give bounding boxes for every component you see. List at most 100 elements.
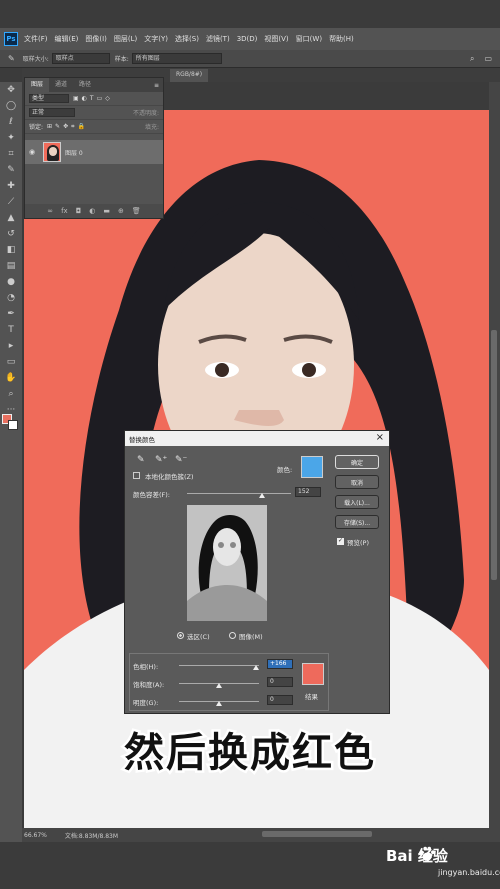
tab-channels[interactable]: 通道 (49, 78, 73, 92)
localized-color-checkbox[interactable] (133, 472, 140, 479)
video-caption: 然后换成红色 (122, 728, 377, 779)
preview-checkbox[interactable]: ✓ (337, 538, 344, 545)
replace-color-dialog: 替换颜色 × ✎ ✎⁺ ✎⁻ 本地化颜色簇(Z) 颜色: 颜色容差(F): 15… (124, 430, 390, 714)
sample-select[interactable]: 所有图层 (131, 53, 222, 64)
document-tab[interactable]: RGB/8#) (170, 69, 209, 82)
menu-help[interactable]: 帮助(H) (329, 34, 354, 44)
dodge-tool-icon[interactable]: ◔ (0, 290, 22, 306)
fx-icon[interactable]: fx (61, 207, 68, 215)
menu-image[interactable]: 图像(I) (85, 34, 107, 44)
pen-tool-icon[interactable]: ✒ (0, 306, 22, 322)
result-color-swatch[interactable] (302, 663, 324, 685)
filter-icons[interactable]: ▣◐T▭◇ (73, 95, 113, 102)
menu-type[interactable]: 文字(Y) (144, 34, 168, 44)
lock-icons[interactable]: ⊞✎✥⌗🔒 (47, 123, 88, 131)
magic-wand-icon[interactable]: ✦ (0, 130, 22, 146)
menu-view[interactable]: 视图(V) (264, 34, 288, 44)
ok-button[interactable]: 确定 (335, 455, 379, 469)
status-bar: 66.67% 文档:8.83M/8.83M (22, 828, 500, 842)
menu-file[interactable]: 文件(F) (24, 34, 48, 44)
menu-filter[interactable]: 滤镜(T) (206, 34, 230, 44)
hue-input[interactable]: +166 (267, 659, 293, 669)
layers-panel: 图层 通道 路径 ≡ 类型 ▣◐T▭◇ 正常 不透明度: 锁定: ⊞✎✥⌗🔒 填… (24, 77, 164, 219)
tab-layers[interactable]: 图层 (25, 78, 50, 92)
lock-label: 锁定: (29, 124, 44, 131)
menu-edit[interactable]: 编辑(E) (55, 34, 79, 44)
menu-select[interactable]: 选择(S) (175, 34, 199, 44)
hand-tool-icon[interactable]: ✋ (0, 370, 22, 386)
eraser-tool-icon[interactable]: ◧ (0, 242, 22, 258)
blur-tool-icon[interactable]: ● (0, 274, 22, 290)
fuzziness-label: 颜色容差(F): (133, 491, 171, 499)
selected-color-swatch[interactable] (301, 456, 323, 478)
mask-icon[interactable]: ◘ (76, 207, 82, 215)
eyedropper-minus-icon[interactable]: ✎⁻ (175, 455, 187, 465)
background-color-swatch[interactable] (8, 420, 18, 430)
visibility-eye-icon[interactable]: ◉ (29, 148, 39, 156)
type-tool-icon[interactable]: T (0, 322, 22, 338)
marquee-tool-icon[interactable]: ◯ (0, 98, 22, 114)
watermark-url: jingyan.baidu.com (438, 868, 500, 877)
image-radio[interactable] (229, 632, 236, 639)
lightness-slider-knob[interactable] (216, 701, 222, 706)
cancel-button[interactable]: 取消 (335, 475, 379, 489)
saturation-slider-knob[interactable] (216, 683, 222, 688)
dialog-title: 替换颜色 (129, 435, 155, 444)
fuzziness-slider-track[interactable] (187, 493, 291, 494)
eyedropper-tool-icon[interactable]: ✎ (0, 162, 22, 178)
lightness-input[interactable]: 0 (267, 695, 293, 705)
selection-radio[interactable] (177, 632, 184, 639)
opacity-label: 不透明度: (132, 110, 159, 117)
brush-tool-icon[interactable]: ⟋ (0, 194, 22, 210)
workspace-icon[interactable]: ▭ (484, 54, 492, 63)
document-info[interactable]: 文档:8.83M/8.83M (65, 831, 118, 840)
stamp-tool-icon[interactable]: ▲ (0, 210, 22, 226)
selection-preview (187, 505, 267, 621)
crop-tool-icon[interactable]: ⌗ (0, 146, 22, 162)
fuzziness-slider-knob[interactable] (259, 493, 265, 498)
eyedropper-icon[interactable]: ✎ (8, 54, 15, 63)
group-icon[interactable]: ▬ (103, 207, 110, 215)
zoom-level[interactable]: 66.67% (24, 832, 47, 839)
hue-slider-knob[interactable] (253, 665, 259, 670)
layer-row[interactable]: ◉ 图层 0 (25, 140, 163, 164)
hue-slider-track[interactable] (179, 665, 259, 666)
eyedropper-plus-icon[interactable]: ✎⁺ (155, 455, 167, 465)
eyedropper-icon[interactable]: ✎ (137, 455, 145, 465)
close-icon[interactable]: × (376, 432, 384, 443)
menu-3d[interactable]: 3D(D) (237, 35, 258, 43)
layer-name[interactable]: 图层 0 (65, 148, 83, 157)
zoom-tool-icon[interactable]: ⌕ (0, 386, 22, 402)
blend-row: 正常 不透明度: (25, 106, 163, 120)
history-brush-icon[interactable]: ↺ (0, 226, 22, 242)
panel-menu-icon[interactable]: ≡ (154, 82, 159, 89)
gradient-tool-icon[interactable]: ▤ (0, 258, 22, 274)
new-layer-icon[interactable]: ⊕ (118, 207, 124, 215)
link-icon[interactable]: ∞ (47, 207, 53, 215)
layers-footer: ∞ fx ◘ ◐ ▬ ⊕ 🗑 (25, 204, 163, 218)
path-select-icon[interactable]: ▸ (0, 338, 22, 354)
sample-size-select[interactable]: 取样点 (51, 53, 110, 64)
healing-brush-icon[interactable]: ✚ (0, 178, 22, 194)
menu-layer[interactable]: 图层(L) (114, 34, 137, 44)
save-button[interactable]: 存储(S)... (335, 515, 379, 529)
menu-window[interactable]: 窗口(W) (296, 34, 322, 44)
move-tool-icon[interactable]: ✥ (0, 82, 22, 98)
blend-mode-select[interactable]: 正常 (29, 108, 75, 117)
load-button[interactable]: 载入(L)... (335, 495, 379, 509)
trash-icon[interactable]: 🗑 (132, 207, 141, 215)
search-icon[interactable]: ⌕ (470, 54, 474, 64)
vertical-scroll-thumb[interactable] (491, 330, 497, 580)
tab-paths[interactable]: 路径 (73, 78, 97, 92)
lasso-tool-icon[interactable]: ℓ (0, 114, 22, 130)
lightness-label: 明度(G): (133, 699, 159, 707)
fuzziness-input[interactable]: 152 (295, 487, 321, 497)
fill-label: 填充: (144, 124, 159, 131)
kind-filter-select[interactable]: 类型 (29, 94, 69, 103)
horizontal-scroll-thumb[interactable] (262, 831, 372, 837)
saturation-input[interactable]: 0 (267, 677, 293, 687)
preview-label: 预览(P) (347, 539, 369, 547)
adjustment-icon[interactable]: ◐ (89, 207, 95, 215)
image-radio-label: 图像(M) (239, 633, 263, 641)
rectangle-tool-icon[interactable]: ▭ (0, 354, 22, 370)
